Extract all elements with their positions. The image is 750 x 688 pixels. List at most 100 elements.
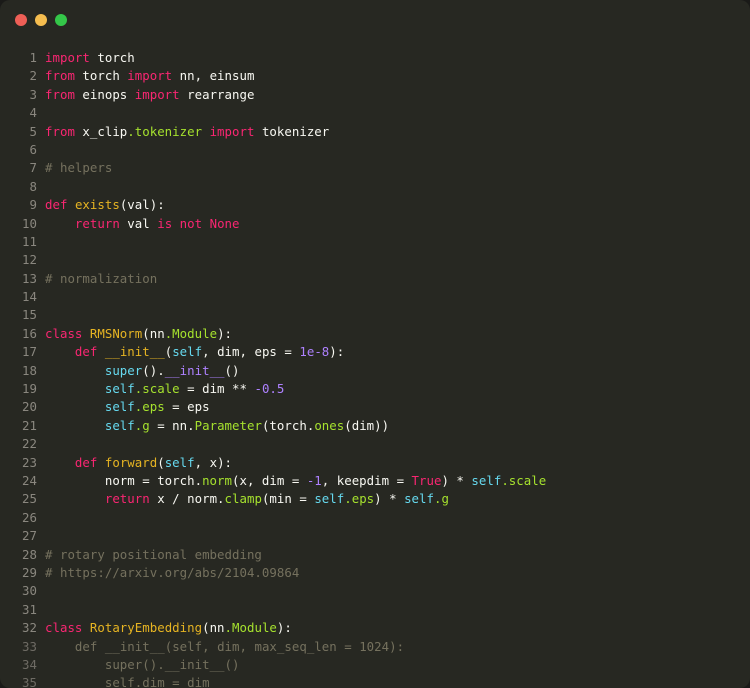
close-button[interactable] xyxy=(15,14,27,26)
token-self: self xyxy=(105,399,135,414)
token-attr: ones xyxy=(314,418,344,433)
token-kw: def xyxy=(75,639,97,654)
code-line: 7# helpers xyxy=(0,159,750,177)
token-fn: forward xyxy=(105,455,157,470)
token-txt: , dim, max_seq_len = xyxy=(202,639,359,654)
code-line: 16class RMSNorm(nn.Module): xyxy=(0,325,750,343)
token-txt: x / norm. xyxy=(150,491,225,506)
token-txt: rearrange xyxy=(180,87,255,102)
line-source: class RMSNorm(nn.Module): xyxy=(45,326,232,341)
line-source: def __init__(self, dim, eps = 1e-8): xyxy=(45,344,344,359)
code-line: 9def exists(val): xyxy=(0,196,750,214)
line-source: self.eps = eps xyxy=(45,399,210,414)
token-self: self xyxy=(404,491,434,506)
code-line: 25 return x / norm.clamp(min = self.eps)… xyxy=(0,490,750,508)
line-source: # normalization xyxy=(45,271,157,286)
token-txt: (val): xyxy=(120,197,165,212)
token-self: super xyxy=(105,363,142,378)
token-txt xyxy=(45,381,105,396)
token-kw: True xyxy=(412,473,442,488)
token-kw: import xyxy=(45,50,90,65)
token-txt: nn, einsum xyxy=(172,68,254,83)
token-txt xyxy=(45,675,105,688)
token-cmt: # normalization xyxy=(45,271,157,286)
token-txt xyxy=(97,639,104,654)
token-txt: ) * xyxy=(441,473,471,488)
line-source: super().__init__() xyxy=(45,657,240,672)
code-line: 11 xyxy=(0,233,750,251)
line-number: 6 xyxy=(0,141,37,159)
token-self: self xyxy=(172,344,202,359)
token-self: self xyxy=(172,639,202,654)
code-line: 23 def forward(self, x): xyxy=(0,454,750,472)
code-line: 18 super().__init__() xyxy=(0,362,750,380)
line-source: from einops import rearrange xyxy=(45,87,254,102)
code-line: 8 xyxy=(0,178,750,196)
token-txt: (min = xyxy=(262,491,314,506)
token-kw: from xyxy=(45,87,75,102)
line-source: return x / norm.clamp(min = self.eps) * … xyxy=(45,491,449,506)
token-self: super xyxy=(105,657,142,672)
token-txt xyxy=(45,344,75,359)
code-line: 31 xyxy=(0,601,750,619)
token-attr: .scale xyxy=(135,381,180,396)
token-txt xyxy=(45,399,105,414)
code-editor-window: 1import torch2from torch import nn, eins… xyxy=(0,0,750,688)
line-number: 27 xyxy=(0,527,37,545)
code-line: 10 return val is not None xyxy=(0,215,750,233)
line-number: 1 xyxy=(0,49,37,67)
line-number: 21 xyxy=(0,417,37,435)
line-number: 10 xyxy=(0,215,37,233)
token-txt xyxy=(97,344,104,359)
token-txt: = dim xyxy=(165,675,210,688)
token-kw: is not xyxy=(157,216,202,231)
token-self: self xyxy=(471,473,501,488)
token-attr: .g xyxy=(434,491,449,506)
token-txt xyxy=(67,197,74,212)
token-attr: clamp xyxy=(225,491,262,506)
token-magic: __init__ xyxy=(165,363,225,378)
line-number: 35 xyxy=(0,674,37,688)
line-source: # https://arxiv.org/abs/2104.09864 xyxy=(45,565,299,580)
token-kw: return xyxy=(105,491,150,506)
token-kw: def xyxy=(75,455,97,470)
code-line: 34 super().__init__() xyxy=(0,656,750,674)
maximize-button[interactable] xyxy=(55,14,67,26)
token-attr: Parameter xyxy=(195,418,262,433)
token-txt: val xyxy=(120,216,157,231)
line-source: import torch xyxy=(45,50,135,65)
line-number: 12 xyxy=(0,251,37,269)
code-line: 19 self.scale = dim ** -0.5 xyxy=(0,380,750,398)
token-txt: ) * xyxy=(374,491,404,506)
token-self: self xyxy=(165,455,195,470)
token-txt: ): xyxy=(389,639,404,654)
line-number: 17 xyxy=(0,343,37,361)
token-attr: .dim xyxy=(135,675,165,688)
code-line: 1 import torch xyxy=(0,49,750,67)
line-number: 26 xyxy=(0,509,37,527)
token-kw: from xyxy=(45,68,75,83)
code-line: 29# https://arxiv.org/abs/2104.09864 xyxy=(0,564,750,582)
line-number: 18 xyxy=(0,362,37,380)
token-kw: class xyxy=(45,620,82,635)
code-block[interactable]: 1import torch2from torch import nn, eins… xyxy=(0,40,750,688)
line-number: 8 xyxy=(0,178,37,196)
line-number: 30 xyxy=(0,582,37,600)
token-txt: ): xyxy=(329,344,344,359)
code-line: 15 xyxy=(0,306,750,324)
line-source: from x_clip.tokenizer import tokenizer xyxy=(45,124,329,139)
code-line: 28# rotary positional embedding xyxy=(0,546,750,564)
code-line: 27 xyxy=(0,527,750,545)
token-txt: ): xyxy=(277,620,292,635)
line-source: class RotaryEmbedding(nn.Module): xyxy=(45,620,292,635)
line-number: 9 xyxy=(0,196,37,214)
code-line: 17 def __init__(self, dim, eps = 1e-8): xyxy=(0,343,750,361)
token-txt xyxy=(45,657,105,672)
token-cls: RMSNorm xyxy=(90,326,142,341)
token-cmt: # rotary positional embedding xyxy=(45,547,262,562)
token-txt xyxy=(82,620,89,635)
token-txt xyxy=(82,326,89,341)
line-number: 3 xyxy=(0,86,37,104)
minimize-button[interactable] xyxy=(35,14,47,26)
token-txt: , dim, eps = xyxy=(202,344,299,359)
